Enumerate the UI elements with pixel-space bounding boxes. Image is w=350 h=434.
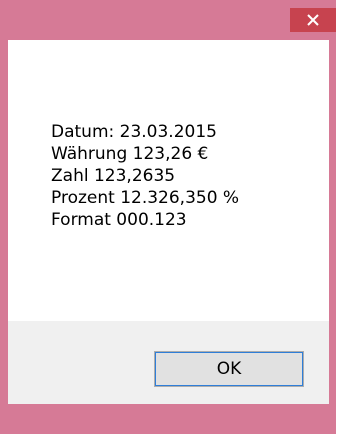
dialog-client-area: Datum: 23.03.2015 Währung 123,26 € Zahl …	[8, 40, 329, 404]
message-text: Datum: 23.03.2015 Währung 123,26 € Zahl …	[51, 121, 239, 231]
ok-button[interactable]: OK	[154, 351, 304, 387]
button-bar: OK	[8, 321, 329, 404]
message-box-window: Datum: 23.03.2015 Währung 123,26 € Zahl …	[0, 0, 350, 434]
message-line-date: Datum: 23.03.2015	[51, 122, 217, 142]
message-line-format: Format 000.123	[51, 210, 187, 230]
message-line-percent: Prozent 12.326,350 %	[51, 188, 240, 208]
close-button[interactable]	[290, 8, 336, 32]
message-line-currency: Währung 123,26 €	[51, 144, 209, 164]
window-frame-edge	[336, 0, 350, 434]
close-icon	[307, 14, 319, 26]
message-line-number: Zahl 123,2635	[51, 166, 176, 186]
message-area: Datum: 23.03.2015 Währung 123,26 € Zahl …	[8, 40, 329, 321]
